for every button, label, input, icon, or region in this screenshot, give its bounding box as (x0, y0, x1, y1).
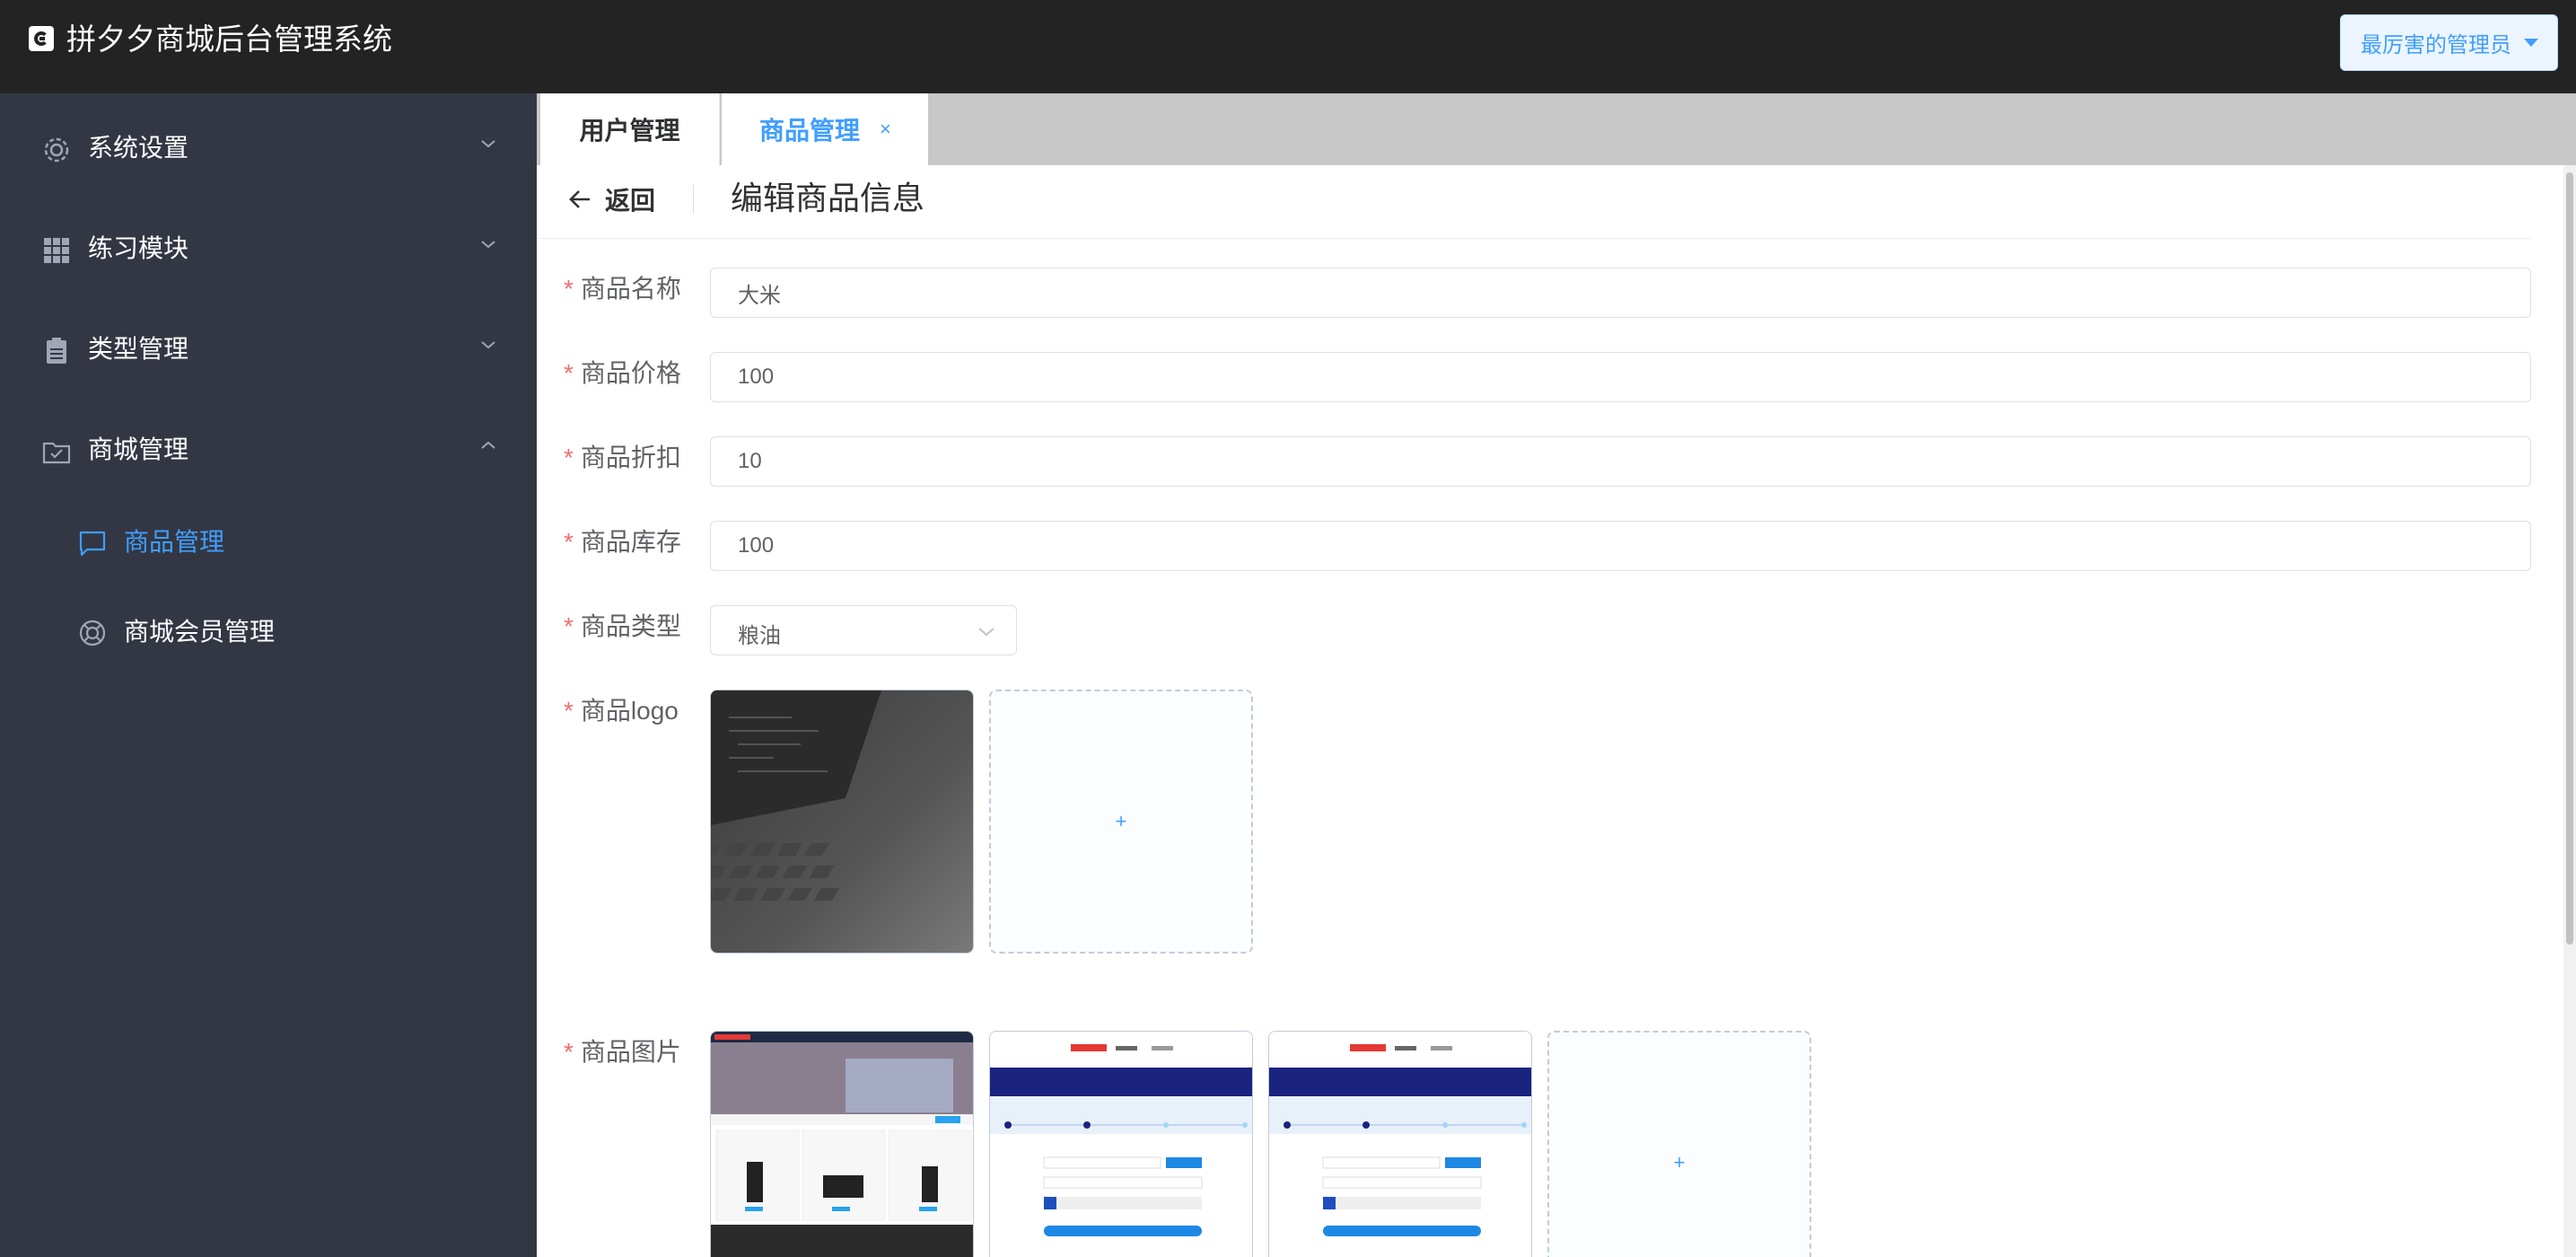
stock-label: * 商品库存 (564, 526, 681, 558)
images-label: * 商品图片 (564, 1036, 681, 1068)
chevron-down-icon (481, 341, 495, 349)
tab-bar: 用户管理 商品管理 × (537, 93, 2576, 165)
plus-icon: + (1115, 810, 1127, 832)
discount-label-text: 商品折扣 (580, 444, 681, 471)
menu-label: 系统设置 (88, 134, 189, 162)
arrow-left-icon (569, 190, 590, 208)
price-label-text: 商品价格 (580, 359, 681, 387)
top-header: 拼夕夕商城后台管理系统 最厉害的管理员 (0, 0, 2576, 93)
menu-label: 练习模块 (88, 234, 189, 262)
sidebar: 系统设置 练习模块 类型管理 商城管理 商品管理 商城会员管理 (0, 93, 537, 1257)
gear-icon (44, 137, 69, 163)
grid-icon (44, 238, 69, 263)
images-label-text: 商品图片 (580, 1038, 681, 1066)
logo-upload-button[interactable]: + (989, 690, 1253, 954)
login-page-screenshot-image (1269, 1032, 1531, 1257)
laptop-image (711, 690, 973, 953)
submenu-label: 商品管理 (124, 528, 225, 556)
name-label-text: 商品名称 (580, 275, 681, 303)
back-label: 返回 (605, 187, 656, 215)
scrollbar[interactable] (2563, 165, 2576, 1257)
submenu-goods-management[interactable]: 商品管理 (0, 497, 537, 587)
menu-label: 类型管理 (88, 335, 189, 363)
required-mark: * (564, 1038, 574, 1066)
chat-icon (79, 531, 106, 557)
menu-type-management[interactable]: 类型管理 (0, 300, 537, 399)
chevron-up-icon (481, 441, 495, 449)
menu-mall-management[interactable]: 商城管理 (0, 400, 537, 499)
required-mark: * (564, 697, 574, 725)
tab-goods-management[interactable]: 商品管理 × (722, 93, 928, 165)
product-discount-input[interactable] (710, 436, 2531, 487)
admin-user-label: 最厉害的管理员 (2361, 33, 2511, 57)
main-content: 返回 编辑商品信息 *商品名称 *商品价格 *商品折扣 *商品库存 *商品类型 … (537, 165, 2576, 1257)
required-mark: * (564, 444, 574, 471)
required-mark: * (564, 612, 574, 640)
price-label: * 商品价格 (564, 357, 681, 390)
lifebuoy-icon (79, 620, 106, 646)
discount-label: * 商品折扣 (564, 442, 681, 474)
page-title: 编辑商品信息 (731, 180, 925, 216)
header-divider (693, 185, 694, 214)
tab-label: 用户管理 (579, 117, 680, 145)
clipboard-icon (47, 338, 66, 364)
product-type-select[interactable]: 粮油 (710, 605, 1017, 655)
tab-label: 商品管理 (759, 117, 861, 145)
caret-down-icon (2524, 39, 2538, 47)
chevron-down-icon (481, 241, 495, 249)
logo-label: * 商品logo (564, 695, 679, 727)
logo-icon (29, 26, 54, 51)
stock-label-text: 商品库存 (580, 528, 681, 556)
required-mark: * (564, 359, 574, 387)
close-icon[interactable]: × (880, 118, 891, 141)
name-label: * 商品名称 (564, 273, 681, 305)
type-label-text: 商品类型 (580, 612, 681, 640)
plus-icon: + (1673, 1151, 1686, 1173)
product-name-input[interactable] (710, 268, 2531, 318)
product-image-thumbnail[interactable] (710, 1031, 974, 1257)
page-header: 返回 编辑商品信息 (537, 165, 2531, 239)
menu-system-settings[interactable]: 系统设置 (0, 99, 537, 198)
tab-user-management[interactable]: 用户管理 (540, 93, 720, 165)
app-root: 拼夕夕商城后台管理系统 最厉害的管理员 系统设置 练习模块 类型管理 商城管理 (0, 0, 2576, 1257)
submenu-member-management[interactable]: 商城会员管理 (0, 587, 537, 677)
product-image-thumbnail[interactable] (989, 1031, 1253, 1257)
scrollbar-thumb[interactable] (2566, 172, 2573, 945)
product-type-value: 粮油 (738, 624, 781, 648)
product-image-thumbnail[interactable] (1268, 1031, 1532, 1257)
logo-thumbnail[interactable] (710, 690, 974, 954)
menu-label: 商城管理 (88, 435, 189, 463)
chevron-down-icon (481, 140, 495, 148)
type-label: * 商品类型 (564, 611, 681, 643)
product-stock-input[interactable] (710, 521, 2531, 571)
menu-practice-module[interactable]: 练习模块 (0, 199, 537, 298)
chevron-down-icon (978, 628, 994, 637)
image-upload-button[interactable]: + (1547, 1031, 1811, 1257)
back-button[interactable]: 返回 (567, 180, 655, 219)
required-mark: * (564, 275, 574, 303)
required-mark: * (564, 528, 574, 556)
product-price-input[interactable] (710, 352, 2531, 402)
admin-user-dropdown[interactable]: 最厉害的管理员 (2340, 14, 2558, 71)
submenu-label: 商城会员管理 (124, 618, 276, 646)
logo-label-text: 商品logo (580, 697, 679, 725)
folder-check-icon (42, 442, 71, 464)
app-title: 拼夕夕商城后台管理系统 (66, 22, 392, 56)
login-page-screenshot-image (990, 1032, 1252, 1257)
website-screenshot-image (711, 1032, 973, 1257)
